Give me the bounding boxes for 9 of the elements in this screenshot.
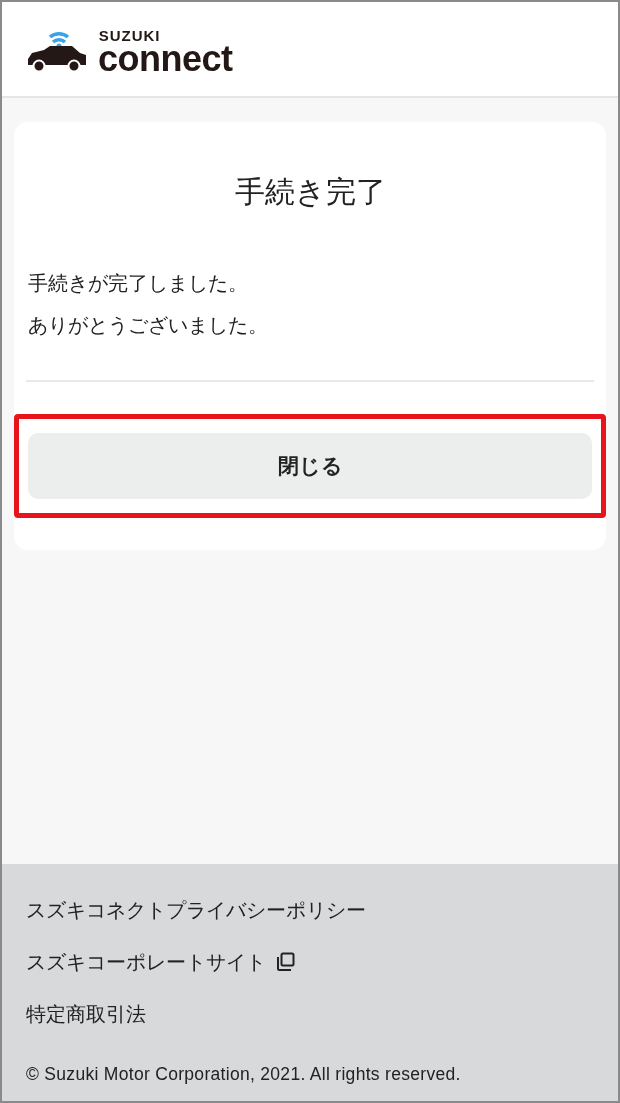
close-button[interactable]: 閉じる <box>28 433 592 499</box>
footer-link[interactable]: 特定商取引法 <box>26 988 146 1040</box>
copyright-text: © Suzuki Motor Corporation, 2021. All rights reserved. <box>26 1064 462 1085</box>
logo-product-text: connect <box>98 43 233 75</box>
logo-brand-text: SUZUKI <box>98 29 161 43</box>
completion-message: 手続きが完了しました。 ありがとうございました。 <box>28 270 269 339</box>
footer-link[interactable]: スズキコネクトプライバシーポリシー <box>26 884 366 936</box>
page-title: 手続き完了 <box>233 173 387 211</box>
footer-link[interactable]: スズキコーポレートサイト <box>26 936 296 988</box>
